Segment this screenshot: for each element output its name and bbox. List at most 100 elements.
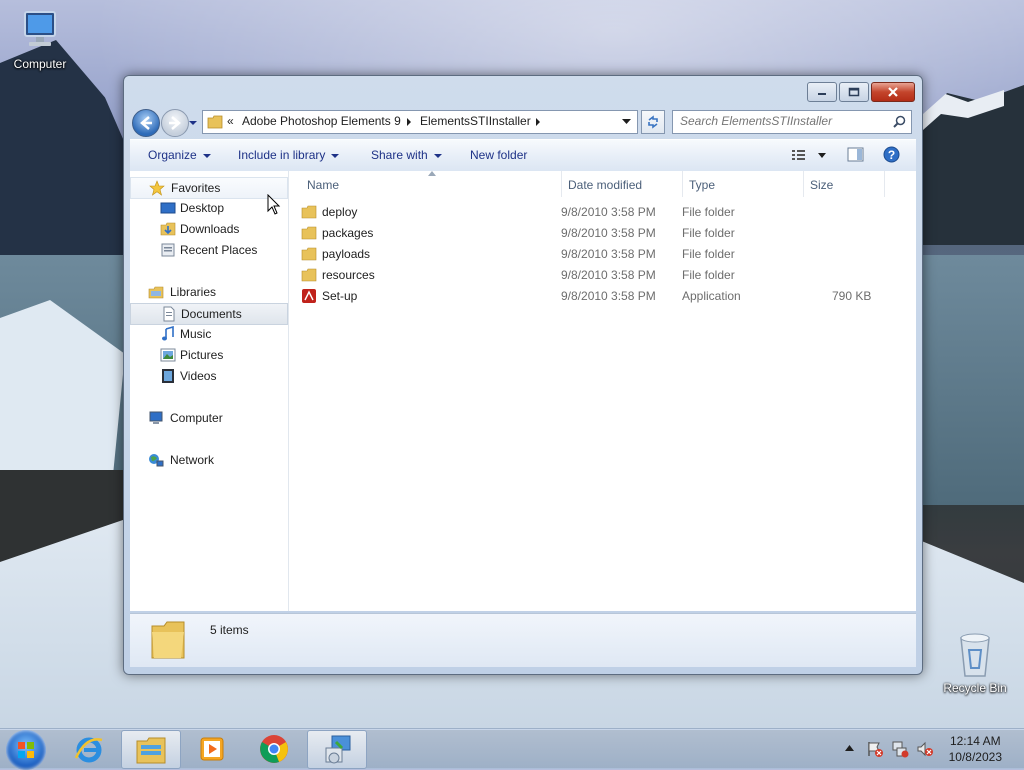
file-row-packages[interactable]: packages 9/8/2010 3:58 PM File folder (301, 222, 901, 243)
command-bar: Organize Include in library Share with N… (130, 139, 916, 172)
nav-item-label: Network (170, 453, 215, 467)
nav-item-computer[interactable]: Computer (130, 408, 286, 428)
recent-places-icon (161, 243, 175, 257)
nav-item-videos[interactable]: Videos (130, 366, 286, 386)
address-bar[interactable]: « Adobe Photoshop Elements 9 ElementsSTI… (202, 110, 638, 134)
nav-item-label: Favorites (171, 181, 221, 195)
recycle-bin-icon (960, 633, 990, 677)
help-icon[interactable]: ? (883, 146, 900, 163)
column-header-date-modified[interactable]: Date modified (562, 171, 683, 197)
nav-item-favorites[interactable]: Favorites (130, 177, 288, 199)
organize-button[interactable]: Organize (148, 148, 211, 162)
file-name: packages (322, 226, 374, 240)
nav-item-libraries[interactable]: Libraries (130, 282, 286, 302)
taskbar-windows-explorer[interactable] (121, 730, 181, 769)
nav-item-music[interactable]: Music (130, 324, 286, 344)
maximize-icon (848, 87, 860, 97)
libraries-icon (148, 286, 164, 299)
refresh-button[interactable] (641, 110, 665, 134)
setup-program-icon (325, 735, 351, 764)
nav-item-recent-places[interactable]: Recent Places (130, 240, 286, 260)
forward-button[interactable] (161, 109, 189, 137)
desktop-icon-computer[interactable]: Computer (0, 8, 80, 71)
sort-ascending-icon (428, 171, 436, 176)
taskbar-internet-explorer[interactable] (61, 730, 119, 767)
breadcrumb-item[interactable]: Adobe Photoshop Elements 9 (242, 114, 401, 128)
start-button[interactable] (6, 730, 46, 770)
music-icon (162, 326, 174, 341)
file-type: File folder (682, 268, 735, 282)
share-with-button[interactable]: Share with (371, 148, 442, 162)
computer-icon (149, 411, 163, 424)
windows-explorer-icon (136, 737, 166, 764)
search-icon[interactable] (893, 115, 906, 128)
preview-pane-icon[interactable] (847, 147, 864, 162)
taskbar-chrome[interactable] (245, 730, 303, 767)
file-row-set-up[interactable]: Set-up 9/8/2010 3:58 PM Application 790 … (301, 285, 901, 306)
file-date: 9/8/2010 3:58 PM (561, 247, 656, 261)
navigation-pane: Favorites Desktop Downloads Recent Place… (130, 171, 289, 611)
taskbar-clock[interactable]: 12:14 AM 10/8/2023 (949, 733, 1002, 765)
chevron-down-icon (202, 153, 211, 158)
action-center-flag-icon[interactable] (866, 740, 884, 758)
downloads-folder-icon (160, 222, 176, 236)
taskbar-media-player[interactable] (183, 730, 241, 767)
nav-item-label: Music (180, 327, 212, 341)
change-view-icon[interactable] (791, 148, 807, 162)
chevron-down-icon (433, 153, 442, 158)
mouse-cursor-icon (267, 194, 281, 215)
close-button[interactable] (871, 82, 915, 102)
file-row-deploy[interactable]: deploy 9/8/2010 3:58 PM File folder (301, 201, 901, 222)
adobe-app-icon (302, 289, 316, 303)
file-name: resources (322, 268, 375, 282)
chevron-down-icon (331, 153, 340, 158)
share-with-label: Share with (371, 148, 428, 162)
file-date: 9/8/2010 3:58 PM (561, 268, 656, 282)
file-list: Name Date modified Type Size deploy 9/8/… (289, 171, 916, 611)
recent-pages-button[interactable] (188, 117, 198, 127)
column-header-name[interactable]: Name (289, 171, 562, 197)
content-area: Favorites Desktop Downloads Recent Place… (130, 171, 916, 611)
search-input[interactable] (680, 114, 885, 128)
column-header-label: Date modified (568, 178, 643, 192)
desktop-icon (160, 202, 176, 214)
search-box[interactable] (672, 110, 912, 134)
back-button[interactable] (132, 109, 160, 137)
nav-item-label: Computer (170, 411, 223, 425)
folder-icon (301, 226, 317, 240)
column-header-type[interactable]: Type (683, 171, 804, 197)
column-header-size[interactable]: Size (804, 171, 885, 197)
chevron-right-icon[interactable] (535, 118, 541, 126)
breadcrumb-item[interactable]: ElementsSTIInstaller (420, 114, 531, 128)
nav-item-downloads[interactable]: Downloads (130, 219, 286, 239)
maximize-button[interactable] (839, 82, 869, 102)
nav-item-pictures[interactable]: Pictures (130, 345, 286, 365)
desktop-icon-recycle-bin[interactable]: Recycle Bin (935, 630, 1015, 695)
taskbar-setup-program[interactable] (307, 730, 367, 769)
close-icon (888, 87, 898, 97)
nav-item-documents[interactable]: Documents (130, 303, 288, 325)
network-status-icon[interactable] (891, 740, 909, 758)
minimize-button[interactable] (807, 82, 837, 102)
clock-date: 10/8/2023 (948, 750, 1002, 764)
address-history-dropdown-icon[interactable] (622, 119, 631, 125)
caption-buttons (805, 82, 915, 102)
svg-text:?: ? (888, 148, 895, 162)
folder-large-icon (151, 621, 185, 659)
volume-muted-icon[interactable] (916, 740, 934, 758)
folder-icon (301, 205, 317, 219)
show-hidden-icons-icon[interactable] (845, 745, 854, 751)
nav-item-desktop[interactable]: Desktop (130, 198, 286, 218)
file-row-resources[interactable]: resources 9/8/2010 3:58 PM File folder (301, 264, 901, 285)
include-in-library-button[interactable]: Include in library (238, 148, 340, 162)
nav-item-label: Downloads (180, 222, 240, 236)
refresh-icon (648, 115, 658, 129)
file-type: Application (682, 289, 741, 303)
nav-item-label: Libraries (170, 285, 217, 299)
breadcrumb-overflow[interactable]: « (227, 114, 234, 128)
new-folder-button[interactable]: New folder (470, 148, 527, 162)
nav-item-network[interactable]: Network (130, 450, 286, 470)
file-row-payloads[interactable]: payloads 9/8/2010 3:58 PM File folder (301, 243, 901, 264)
chevron-right-icon[interactable] (406, 118, 412, 126)
view-options-dropdown-icon[interactable] (818, 153, 826, 158)
